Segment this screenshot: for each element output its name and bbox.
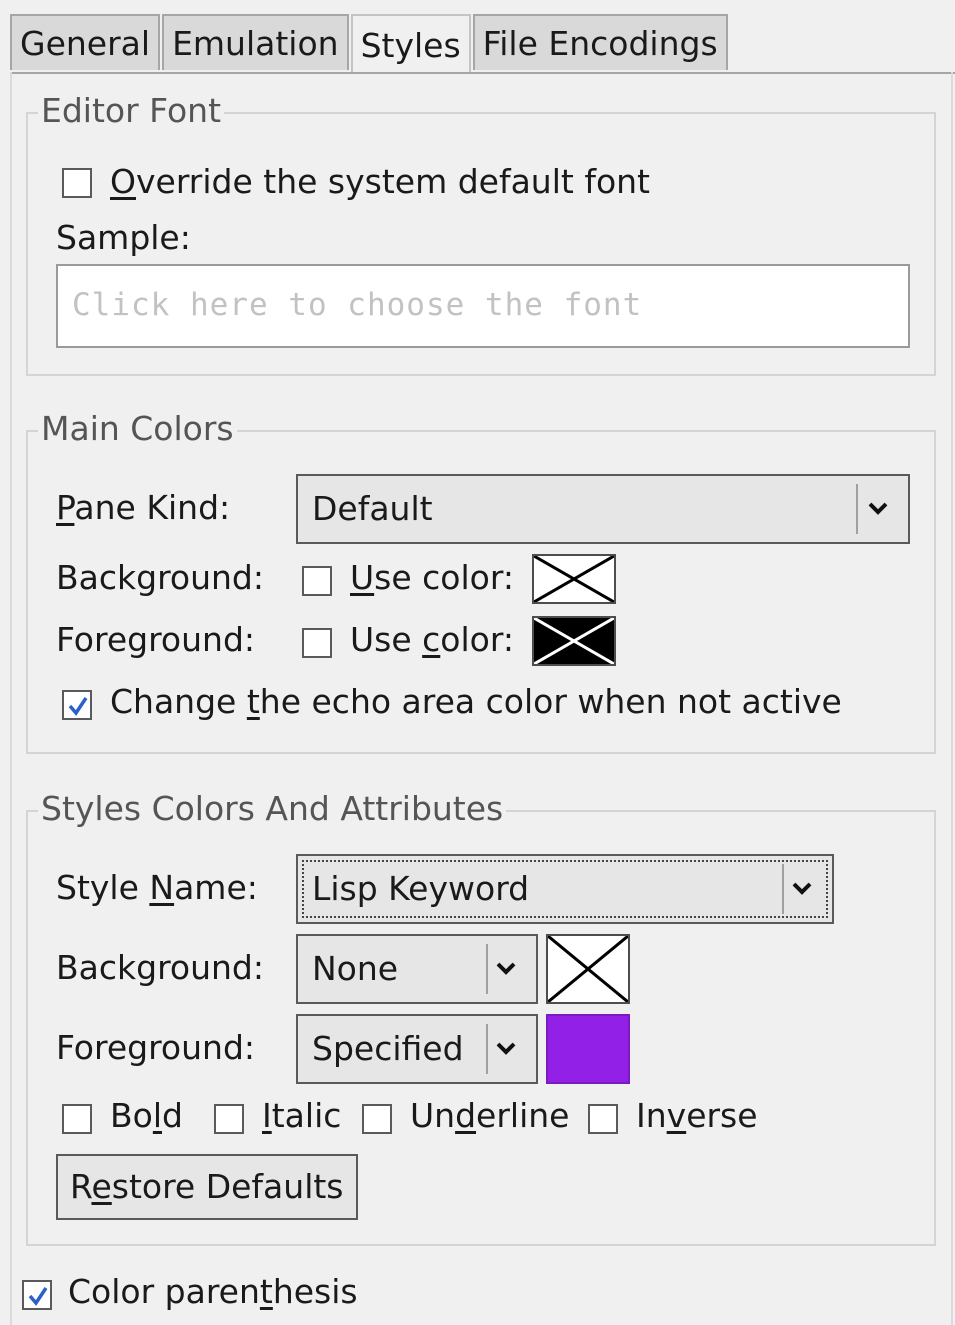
style-background-value: None <box>312 949 399 988</box>
panel-border-left <box>10 72 12 1325</box>
color-parenthesis-label[interactable]: Color parenthesis <box>68 1272 358 1312</box>
italic-label[interactable]: Italic <box>262 1096 341 1136</box>
tab-file-encodings-label: File Encodings <box>482 23 718 63</box>
tab-emulation[interactable]: Emulation <box>162 14 349 70</box>
tab-general-label: General <box>20 23 151 63</box>
style-background-select[interactable]: None <box>296 934 538 1004</box>
style-name-separator <box>782 864 784 914</box>
pane-kind-separator <box>856 484 858 534</box>
bold-label[interactable]: Bold <box>110 1096 183 1136</box>
main-foreground-use-color-label[interactable]: Use color: <box>350 620 514 660</box>
tab-bar: General Emulation Styles File Encodings <box>10 14 730 74</box>
chevron-down-icon <box>496 962 516 975</box>
main-background-label: Background: <box>56 558 264 597</box>
tab-general[interactable]: General <box>10 14 161 70</box>
style-foreground-value: Specified <box>312 1029 464 1068</box>
echo-area-label[interactable]: Change the echo area color when not acti… <box>110 682 842 722</box>
main-foreground-use-color-checkbox[interactable] <box>302 628 332 658</box>
style-background-separator <box>486 944 488 994</box>
styles-colors-title: Styles Colors And Attributes <box>38 787 507 831</box>
tab-emulation-label: Emulation <box>172 23 339 63</box>
underline-checkbox[interactable] <box>362 1104 392 1134</box>
style-background-swatch[interactable] <box>546 934 630 1004</box>
sample-label: Sample: <box>56 218 191 257</box>
restore-defaults-button[interactable]: Restore Defaults <box>56 1154 358 1220</box>
tab-styles[interactable]: Styles <box>350 14 471 74</box>
override-font-label[interactable]: Override the system default font <box>110 162 650 202</box>
style-name-value: Lisp Keyword <box>312 869 530 908</box>
tab-file-encodings[interactable]: File Encodings <box>472 14 728 70</box>
style-name-label: Style Name: <box>56 868 258 907</box>
no-color-cross-icon <box>533 616 615 666</box>
no-color-cross-icon <box>547 934 629 1004</box>
tab-divider <box>10 72 955 74</box>
style-foreground-select[interactable]: Specified <box>296 1014 538 1084</box>
panel-border-right <box>951 72 953 1325</box>
inverse-checkbox[interactable] <box>588 1104 618 1134</box>
editor-font-title: Editor Font <box>38 89 225 133</box>
editor-font-group: Editor Font Override the system default … <box>26 89 936 376</box>
main-background-use-color-checkbox[interactable] <box>302 566 332 596</box>
color-parenthesis-checkbox[interactable] <box>22 1280 52 1310</box>
main-foreground-swatch[interactable] <box>532 616 616 666</box>
font-sample-field[interactable]: Click here to choose the font <box>56 264 910 348</box>
chevron-down-icon <box>868 502 888 515</box>
chevron-down-icon <box>792 882 812 895</box>
style-name-select[interactable]: Lisp Keyword <box>296 854 834 924</box>
pane-kind-select[interactable]: Default <box>296 474 910 544</box>
bold-checkbox[interactable] <box>62 1104 92 1134</box>
checkmark-icon <box>68 697 88 716</box>
pane-kind-value: Default <box>312 489 433 528</box>
chevron-down-icon <box>496 1042 516 1055</box>
override-font-checkbox[interactable] <box>62 168 92 198</box>
checkmark-icon <box>28 1287 48 1306</box>
main-background-swatch[interactable] <box>532 554 616 604</box>
tab-styles-label: Styles <box>360 25 461 65</box>
pane-kind-label: Pane Kind: <box>56 488 231 527</box>
styles-colors-group: Styles Colors And Attributes Style Name:… <box>26 787 936 1246</box>
inverse-label[interactable]: Inverse <box>636 1096 758 1136</box>
italic-checkbox[interactable] <box>214 1104 244 1134</box>
style-foreground-label: Foreground: <box>56 1028 256 1067</box>
echo-area-checkbox[interactable] <box>62 690 92 720</box>
underline-label[interactable]: Underline <box>410 1096 569 1136</box>
no-color-cross-icon <box>533 554 615 604</box>
main-colors-title: Main Colors <box>38 407 237 451</box>
style-foreground-separator <box>486 1024 488 1074</box>
main-foreground-label: Foreground: <box>56 620 256 659</box>
style-foreground-swatch[interactable] <box>546 1014 630 1084</box>
style-background-label: Background: <box>56 948 264 987</box>
main-colors-group: Main Colors Pane Kind: Default Backgroun… <box>26 407 936 754</box>
main-background-use-color-label[interactable]: Use color: <box>350 558 514 598</box>
